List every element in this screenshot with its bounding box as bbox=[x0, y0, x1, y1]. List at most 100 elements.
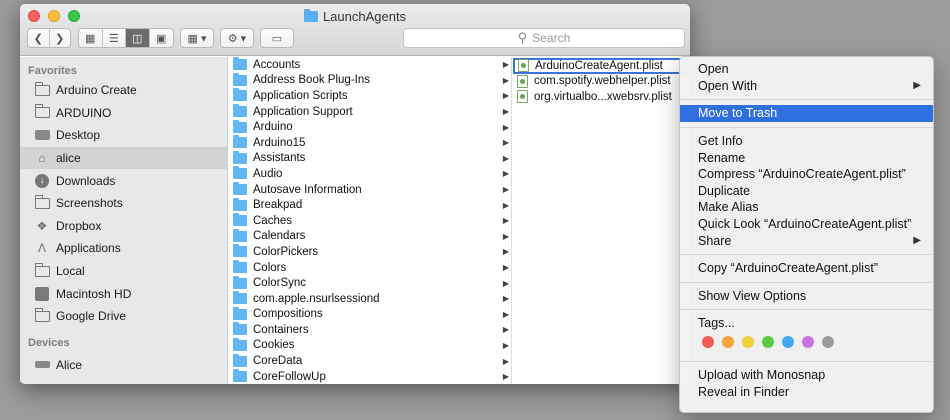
folder-row-address-book-plug-ins[interactable]: Address Book Plug-Ins ▶ bbox=[228, 72, 511, 89]
submenu-arrow-icon: ▶ bbox=[913, 235, 921, 247]
cover-flow-button[interactable]: ▣ bbox=[150, 29, 173, 47]
nav-buttons: ❮ ❯ bbox=[27, 28, 71, 48]
file-row-arduinocreateagent[interactable]: ArduinoCreateAgent.plist bbox=[513, 58, 689, 74]
folder-row-coredata[interactable]: CoreData ▶ bbox=[228, 353, 511, 369]
folder-row-calendars[interactable]: Calendars ▶ bbox=[228, 228, 511, 245]
folder-row-arduino15[interactable]: Arduino15 ▶ bbox=[228, 135, 511, 151]
menu-item-upload-monosnap[interactable]: Upload with Monosnap bbox=[680, 367, 933, 384]
menu-item-open-with[interactable]: Open With ▶ bbox=[680, 78, 933, 95]
folder-name: Autosave Information bbox=[253, 183, 362, 196]
folder-row-colorsync[interactable]: ColorSync ▶ bbox=[228, 275, 511, 291]
disclosure-arrow-icon: ▶ bbox=[502, 216, 509, 226]
sidebar-item-arduino[interactable]: ARDUINO bbox=[20, 102, 227, 125]
tag-blue-dot[interactable] bbox=[782, 335, 794, 348]
chevron-right-icon: ❯ bbox=[55, 32, 65, 45]
chevron-left-icon: ❮ bbox=[33, 32, 43, 45]
folder-row-corefollowup[interactable]: CoreFollowUp ▶ bbox=[228, 369, 511, 384]
sidebar-item-applications[interactable]: Λ Applications bbox=[20, 237, 227, 260]
folder-name: Application Support bbox=[253, 105, 353, 118]
gear-icon: ⚙ ▾ bbox=[227, 32, 247, 45]
file-row-spotify-webhelper[interactable]: com.spotify.webhelper.plist bbox=[512, 74, 690, 90]
menu-item-rename[interactable]: Rename bbox=[680, 149, 933, 166]
folder-icon bbox=[233, 260, 247, 274]
cover-flow-icon: ▣ bbox=[156, 32, 167, 45]
folder-row-breakpad[interactable]: Breakpad ▶ bbox=[228, 197, 511, 213]
sidebar-item-google-drive[interactable]: Google Drive bbox=[20, 305, 227, 328]
sidebar-item-arduino-create[interactable]: Arduino Create bbox=[20, 79, 227, 102]
action-button[interactable]: ⚙ ▾ bbox=[220, 28, 254, 48]
menu-item-quick-look[interactable]: Quick Look “ArduinoCreateAgent.plist” bbox=[680, 216, 933, 233]
sidebar-item-dropbox[interactable]: ❖ Dropbox bbox=[20, 215, 227, 238]
list-view-button[interactable]: ☰ bbox=[103, 29, 126, 47]
sidebar-item-alice[interactable]: ⌂ alice bbox=[20, 146, 227, 170]
sidebar-item-label: ARDUINO bbox=[56, 105, 112, 120]
folder-row-application-support[interactable]: Application Support ▶ bbox=[228, 104, 511, 120]
menu-separator bbox=[680, 126, 933, 128]
sidebar-item-label: Arduino Create bbox=[56, 83, 137, 98]
folder-row-caches[interactable]: Caches ▶ bbox=[228, 213, 511, 229]
search-field[interactable]: ⚲ Search bbox=[403, 28, 685, 48]
menu-item-label: Open With bbox=[698, 78, 758, 93]
dropbox-icon: ❖ bbox=[36, 218, 48, 233]
folder-row-arduino[interactable]: Arduino ▶ bbox=[228, 119, 511, 135]
sidebar-item-macintosh-hd[interactable]: Macintosh HD bbox=[20, 282, 227, 305]
edit-tags-button[interactable]: ▭ bbox=[260, 28, 294, 48]
disclosure-arrow-icon: ▶ bbox=[502, 91, 509, 101]
forward-button[interactable]: ❯ bbox=[50, 29, 71, 47]
back-button[interactable]: ❮ bbox=[28, 29, 50, 47]
icon-view-button[interactable]: ▦ bbox=[79, 29, 103, 47]
folder-icon bbox=[233, 306, 247, 320]
menu-item-reveal-in-finder[interactable]: Reveal in Finder bbox=[680, 383, 933, 400]
menu-separator bbox=[680, 253, 933, 255]
sidebar-item-label: Alice bbox=[56, 357, 83, 372]
folder-row-autosave-information[interactable]: Autosave Information ▶ bbox=[228, 182, 511, 198]
folder-name: CoreData bbox=[253, 355, 303, 368]
folder-row-application-scripts[interactable]: Application Scripts ▶ bbox=[228, 88, 511, 104]
menu-separator bbox=[680, 309, 933, 311]
disclosure-arrow-icon: ▶ bbox=[502, 122, 509, 132]
folder-row-colorpickers[interactable]: ColorPickers ▶ bbox=[228, 244, 511, 260]
tag-yellow-dot[interactable] bbox=[742, 335, 754, 348]
disclosure-arrow-icon: ▶ bbox=[502, 107, 509, 117]
menu-item-move-to-trash[interactable]: Move to Trash bbox=[680, 105, 933, 122]
tag-green-dot[interactable] bbox=[762, 335, 774, 348]
file-row-virtualbox-websrv[interactable]: org.virtualbo...xwebsrv.plist bbox=[512, 89, 690, 105]
disclosure-arrow-icon: ▶ bbox=[502, 231, 509, 241]
folder-row-cookies[interactable]: Cookies ▶ bbox=[228, 337, 511, 354]
folder-name: Breakpad bbox=[253, 199, 303, 212]
folder-row-containers[interactable]: Containers ▶ bbox=[228, 322, 511, 338]
folder-row-audio[interactable]: Audio ▶ bbox=[228, 166, 511, 182]
folder-name: Arduino15 bbox=[253, 136, 306, 149]
tag-gray-dot[interactable] bbox=[822, 335, 834, 348]
folder-row-colors[interactable]: Colors ▶ bbox=[228, 260, 511, 276]
menu-item-get-info[interactable]: Get Info bbox=[680, 133, 933, 150]
arrange-grid-icon: ▦ ▾ bbox=[187, 32, 207, 45]
sidebar-item-desktop[interactable]: Desktop bbox=[20, 124, 227, 147]
menu-item-compress[interactable]: Compress “ArduinoCreateAgent.plist” bbox=[680, 166, 933, 183]
folder-icon bbox=[233, 322, 247, 336]
sidebar-item-alice-device[interactable]: Alice bbox=[20, 354, 227, 377]
menu-item-show-view-options[interactable]: Show View Options bbox=[680, 288, 933, 305]
applications-icon: Λ bbox=[37, 241, 46, 256]
arrange-button[interactable]: ▦ ▾ bbox=[180, 28, 214, 48]
menu-item-make-alias[interactable]: Make Alias bbox=[680, 199, 933, 216]
tag-purple-dot[interactable] bbox=[802, 335, 814, 348]
menu-item-copy[interactable]: Copy “ArduinoCreateAgent.plist” bbox=[680, 260, 933, 277]
folder-name: Arduino bbox=[253, 121, 293, 134]
folder-row-accounts[interactable]: Accounts ▶ bbox=[228, 57, 511, 73]
menu-item-open[interactable]: Open bbox=[680, 61, 933, 78]
menu-item-share[interactable]: Share ▶ bbox=[680, 232, 933, 249]
folder-row-compositions[interactable]: Compositions ▶ bbox=[228, 306, 511, 323]
action-seg: ⚙ ▾ bbox=[221, 29, 253, 47]
tags-seg: ▭ bbox=[261, 29, 293, 47]
folder-row-nsurlsessiond[interactable]: com.apple.nsurlsessiond ▶ bbox=[228, 291, 511, 307]
tag-orange-dot[interactable] bbox=[722, 335, 734, 348]
sidebar-item-downloads[interactable]: ↓ Downloads bbox=[20, 169, 227, 192]
menu-item-duplicate[interactable]: Duplicate bbox=[680, 183, 933, 200]
column-view-button[interactable]: ◫ bbox=[126, 29, 150, 47]
sidebar-item-screenshots[interactable]: Screenshots bbox=[20, 192, 227, 215]
tag-red-dot[interactable] bbox=[702, 335, 714, 348]
sidebar-item-local[interactable]: Local bbox=[20, 260, 227, 283]
folder-row-assistants[interactable]: Assistants ▶ bbox=[228, 150, 511, 167]
menu-item-tags[interactable]: Tags... bbox=[680, 315, 933, 332]
